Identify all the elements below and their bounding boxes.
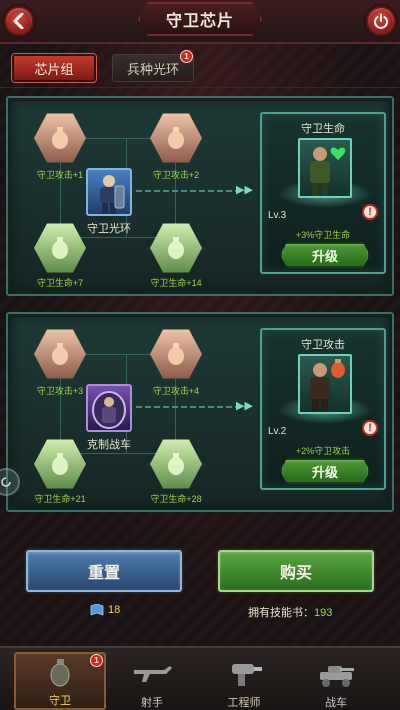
drill-gun-icon <box>232 664 262 686</box>
chip-panel-1: ▶▶ 守卫攻击+1 守卫攻击+2 守卫生命+7 守卫生命+14 守卫光环 守卫生… <box>6 96 394 296</box>
grenade-icon <box>50 659 70 687</box>
info-box-guard-attack: 守卫攻击 Lv.2 ! +2%守卫攻击 升级 <box>260 328 386 490</box>
buy-button[interactable]: 购买 <box>218 550 374 592</box>
nav-vehicle[interactable]: 战车 <box>290 652 382 710</box>
gem-count-value: 18 <box>108 604 121 616</box>
grenade-icon <box>154 227 198 268</box>
tab-chip-set-label: 芯片组 <box>34 61 74 77</box>
upgrade-button[interactable]: 升级 <box>280 242 370 268</box>
nav-engineer[interactable]: 工程师 <box>198 652 290 710</box>
level-indicator: Lv.2 <box>268 426 287 437</box>
warning-icon[interactable]: ! <box>362 420 378 436</box>
chip-health-3-label: 守卫生命+21 <box>34 494 86 504</box>
power-button[interactable] <box>366 6 396 36</box>
soldier-icon <box>100 175 125 214</box>
chip-health-2-label: 守卫生命+14 <box>150 278 202 288</box>
upgrade-button[interactable]: 升级 <box>280 458 370 484</box>
tab-bar: 芯片组 兵种光环 1 <box>0 48 400 88</box>
grenade-icon <box>154 333 198 374</box>
center-unit-label: 克制战车 <box>87 439 131 451</box>
nav-vehicle-label: 战车 <box>325 697 347 709</box>
tab-unit-aura-label: 兵种光环 <box>126 61 179 77</box>
nav-guard-label: 守卫 <box>49 695 71 707</box>
center-unit-label: 守卫光环 <box>87 223 131 235</box>
bottom-nav: 守卫 1 射手 工程师 战车 <box>0 646 400 710</box>
book-icon <box>90 604 104 616</box>
grenade-icon <box>38 117 82 158</box>
skillbook-label: 拥有技能书： <box>248 607 314 619</box>
grenade-icon <box>154 117 198 158</box>
reset-button[interactable]: 重置 <box>26 550 182 592</box>
warning-icon[interactable]: ! <box>362 204 378 220</box>
grenade-icon <box>38 333 82 374</box>
skillbook-count: 193 <box>314 607 333 619</box>
soldier-heart-icon <box>310 147 346 196</box>
soldier-grenade-icon <box>310 359 345 412</box>
chip-health-4-label: 守卫生命+28 <box>150 494 202 504</box>
nav-shooter[interactable]: 射手 <box>106 652 198 710</box>
gem-counter: 18 <box>90 604 120 616</box>
guard-attack-portrait <box>298 354 352 414</box>
info-title: 守卫生命 <box>301 123 345 135</box>
arrow-head-icon: ▶▶ <box>236 184 253 196</box>
grenade-icon <box>154 443 198 484</box>
nav-engineer-label: 工程师 <box>227 697 261 709</box>
counter-vehicle-portrait[interactable] <box>86 384 132 432</box>
nav-shooter-label: 射手 <box>141 697 163 709</box>
info-box-guard-health: 守卫生命 Lv.3 ! +3%守卫生命 升级 <box>260 112 386 274</box>
bonus-text: +2%守卫攻击 <box>295 446 351 456</box>
chip-health-1-label: 守卫生命+7 <box>36 278 84 288</box>
connector-arrow <box>136 190 248 192</box>
arrow-head-icon: ▶▶ <box>236 400 253 412</box>
info-title: 守卫攻击 <box>301 339 345 351</box>
tab-chip-set[interactable]: 芯片组 <box>12 54 96 82</box>
tab-notification-badge: 1 <box>180 50 193 63</box>
power-icon <box>374 13 388 29</box>
bonus-text: +3%守卫生命 <box>295 230 351 240</box>
guard-health-portrait <box>298 138 352 198</box>
shield-soldier-icon <box>92 391 126 429</box>
skillbook-counter: 拥有技能书：193 <box>248 604 332 620</box>
back-button[interactable] <box>4 6 34 36</box>
rifle-icon <box>134 666 172 682</box>
guard-unit-portrait[interactable] <box>86 168 132 216</box>
connector-arrow <box>136 406 248 408</box>
refresh-icon <box>1 477 11 487</box>
top-bar: 守卫芯片 <box>0 0 400 44</box>
chip-panel-2: ▶▶ 守卫攻击+3 守卫攻击+4 守卫生命+21 守卫生命+28 克制战车 守卫… <box>6 312 394 512</box>
tank-icon <box>320 666 354 687</box>
chip-attack-4-label: 守卫攻击+4 <box>152 386 200 396</box>
page-title: 守卫芯片 <box>138 2 262 36</box>
nav-notification-badge: 1 <box>90 654 103 667</box>
chip-attack-2-label: 守卫攻击+2 <box>152 170 200 180</box>
chevron-left-icon <box>13 13 24 29</box>
level-indicator: Lv.3 <box>268 210 287 221</box>
